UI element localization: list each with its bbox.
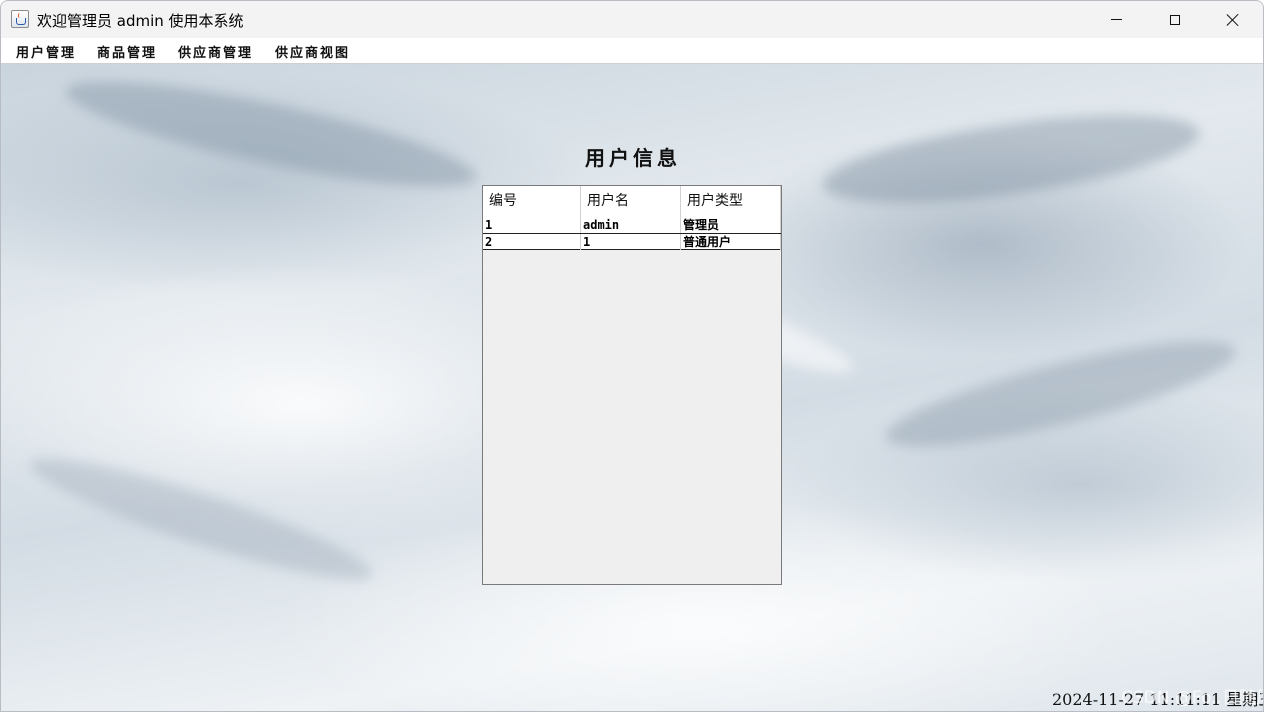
menu-bar: 用户管理 商品管理 供应商管理 供应商视图: [1, 38, 1263, 64]
maximize-icon: [1170, 14, 1180, 25]
close-button[interactable]: [1204, 1, 1262, 38]
table-cell[interactable]: 2: [483, 234, 581, 250]
content-area: 用户信息 编号 用户名 用户类型 1 admin 管理员 2 1 普通用户: [1, 64, 1263, 711]
window-title: 欢迎管理员 admin 使用本系统: [37, 12, 244, 30]
menu-product-management[interactable]: 商品管理: [97, 42, 157, 61]
table-row[interactable]: 1 admin 管理员: [483, 217, 781, 233]
column-header-usertype[interactable]: 用户类型: [681, 186, 781, 217]
minimize-icon: [1110, 19, 1122, 20]
user-table[interactable]: 编号 用户名 用户类型 1 admin 管理员 2 1 普通用户: [482, 185, 782, 585]
java-cup-icon: [11, 10, 29, 28]
column-header-username[interactable]: 用户名: [581, 186, 681, 217]
watermark: CSDN @Fo..日随风: [1121, 688, 1264, 708]
table-row[interactable]: 2 1 普通用户: [483, 233, 781, 250]
panel-title: 用户信息: [585, 146, 681, 170]
minimize-button[interactable]: [1087, 1, 1145, 38]
maximize-button[interactable]: [1146, 1, 1204, 38]
background-texture: [22, 439, 380, 599]
table-cell[interactable]: 普通用户: [681, 234, 781, 250]
table-header: 编号 用户名 用户类型: [483, 186, 781, 218]
column-header-id[interactable]: 编号: [483, 186, 581, 217]
app-window: 欢迎管理员 admin 使用本系统 用户管理 商品管理 供应商管理 供应商视图 …: [0, 0, 1264, 712]
menu-supplier-view[interactable]: 供应商视图: [275, 42, 350, 61]
table-cell[interactable]: admin: [581, 217, 681, 233]
menu-user-management[interactable]: 用户管理: [16, 42, 76, 61]
table-cell[interactable]: 1: [581, 234, 681, 250]
close-icon: [1226, 13, 1240, 27]
background-texture: [879, 321, 1243, 467]
title-bar[interactable]: 欢迎管理员 admin 使用本系统: [1, 1, 1263, 38]
menu-supplier-management[interactable]: 供应商管理: [178, 42, 253, 61]
table-cell[interactable]: 管理员: [681, 217, 781, 233]
background-texture: [59, 64, 483, 208]
background-texture: [817, 97, 1205, 221]
table-cell[interactable]: 1: [483, 217, 581, 233]
